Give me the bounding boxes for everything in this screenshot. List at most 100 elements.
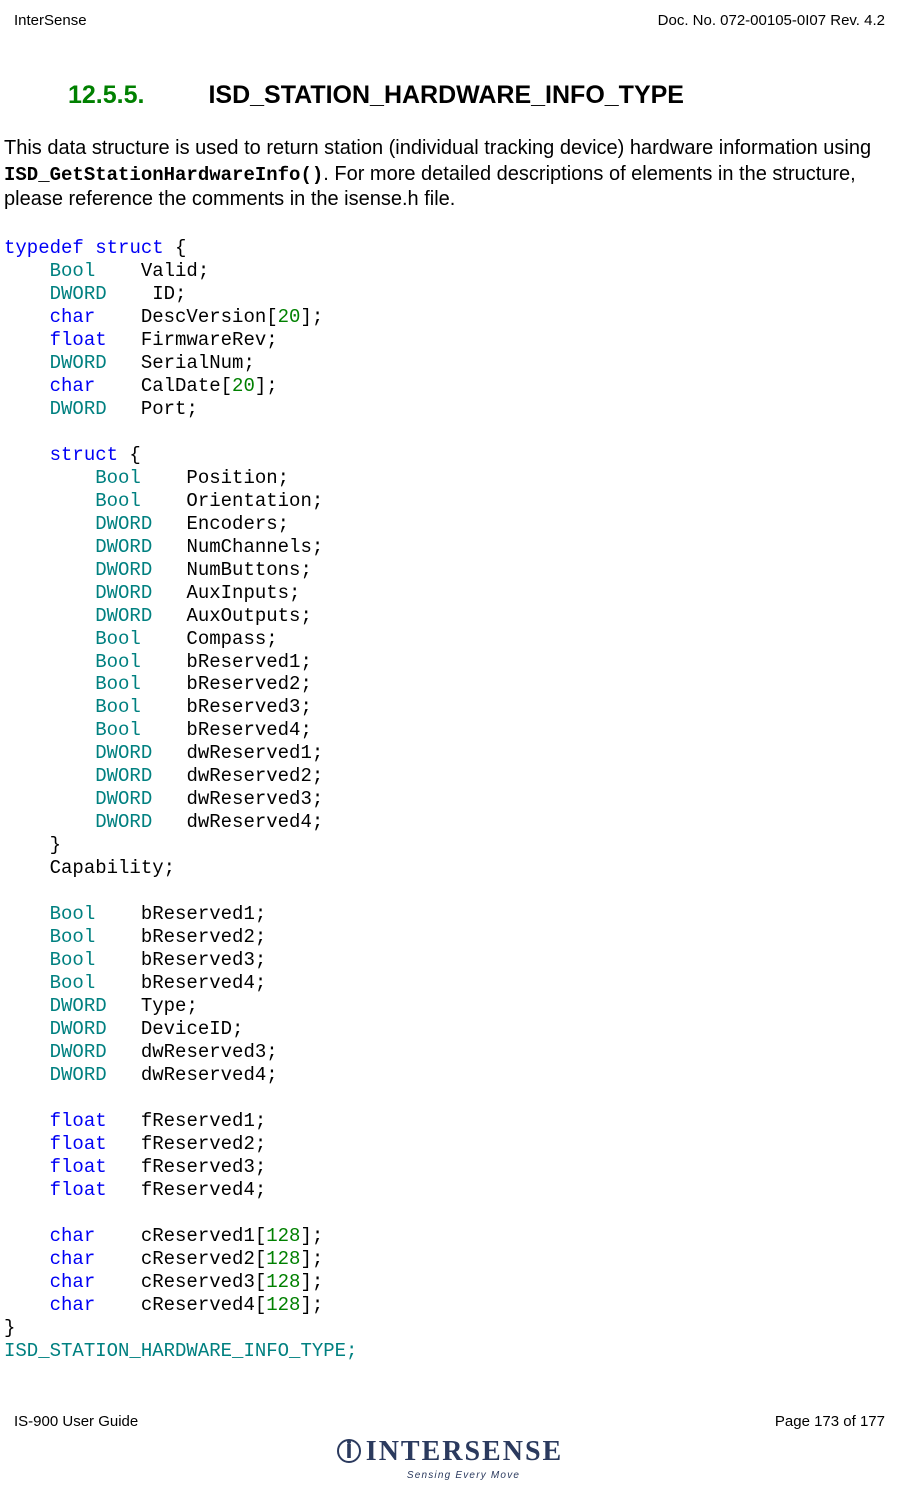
member: DeviceID; bbox=[107, 1018, 244, 1040]
type: Bool bbox=[50, 972, 96, 994]
type: Bool bbox=[95, 719, 141, 741]
logo-icon bbox=[336, 1438, 362, 1472]
type: DWORD bbox=[50, 352, 107, 374]
member: AuxInputs; bbox=[152, 582, 300, 604]
type: DWORD bbox=[50, 1041, 107, 1063]
member: dwReserved3; bbox=[152, 788, 323, 810]
member: bReserved1; bbox=[141, 651, 312, 673]
num: 128 bbox=[266, 1294, 300, 1316]
num: 128 bbox=[266, 1225, 300, 1247]
num: 128 bbox=[266, 1248, 300, 1270]
brace: } bbox=[4, 834, 61, 856]
member: bReserved2; bbox=[95, 926, 266, 948]
type: float bbox=[50, 1156, 107, 1178]
type: DWORD bbox=[95, 513, 152, 535]
type: Bool bbox=[50, 260, 96, 282]
type: Bool bbox=[95, 490, 141, 512]
brace: { bbox=[164, 237, 187, 259]
member: ID; bbox=[107, 283, 187, 305]
code-block: typedef struct { Bool Valid; DWORD ID; c… bbox=[0, 237, 899, 1363]
member: ]; bbox=[300, 1248, 323, 1270]
type: Bool bbox=[95, 651, 141, 673]
member: NumButtons; bbox=[152, 559, 312, 581]
member: SerialNum; bbox=[107, 352, 255, 374]
type: char bbox=[50, 1271, 96, 1293]
type: Bool bbox=[95, 467, 141, 489]
logo-text: INTERSENSE bbox=[366, 1436, 563, 1467]
type: char bbox=[50, 1248, 96, 1270]
member: Encoders; bbox=[152, 513, 289, 535]
type: char bbox=[50, 1294, 96, 1316]
type: DWORD bbox=[95, 605, 152, 627]
type: DWORD bbox=[95, 536, 152, 558]
member: cReserved3[ bbox=[95, 1271, 266, 1293]
member: bReserved2; bbox=[141, 673, 312, 695]
type: Bool bbox=[50, 949, 96, 971]
intro-text-1: This data structure is used to return st… bbox=[4, 137, 871, 159]
type: DWORD bbox=[95, 788, 152, 810]
type: char bbox=[50, 306, 96, 328]
member: ]; bbox=[255, 375, 278, 397]
member: Capability; bbox=[4, 857, 175, 879]
num: 20 bbox=[232, 375, 255, 397]
type: DWORD bbox=[95, 742, 152, 764]
logo: INTERSENSE Sensing Every Move bbox=[0, 1436, 899, 1481]
member: dwReserved1; bbox=[152, 742, 323, 764]
typedef-name: ISD_STATION_HARDWARE_INFO_TYPE; bbox=[4, 1340, 357, 1362]
type: DWORD bbox=[50, 283, 107, 305]
type: char bbox=[50, 375, 96, 397]
type: Bool bbox=[50, 903, 96, 925]
heading-number: 12.5.5. bbox=[68, 81, 144, 110]
type: float bbox=[50, 1133, 107, 1155]
num: 128 bbox=[266, 1271, 300, 1293]
type: DWORD bbox=[95, 559, 152, 581]
page-header: InterSense Doc. No. 072-00105-0I07 Rev. … bbox=[0, 12, 899, 29]
member: AuxOutputs; bbox=[152, 605, 312, 627]
member: NumChannels; bbox=[152, 536, 323, 558]
member: bReserved4; bbox=[95, 972, 266, 994]
member: Valid; bbox=[95, 260, 209, 282]
member: bReserved4; bbox=[141, 719, 312, 741]
type: float bbox=[50, 1110, 107, 1132]
type: Bool bbox=[95, 696, 141, 718]
num: 20 bbox=[278, 306, 301, 328]
member: dwReserved3; bbox=[107, 1041, 278, 1063]
member: fReserved1; bbox=[107, 1110, 267, 1132]
kw-struct: struct bbox=[95, 237, 163, 259]
type: DWORD bbox=[95, 811, 152, 833]
member: Port; bbox=[107, 398, 198, 420]
member: bReserved3; bbox=[95, 949, 266, 971]
type: Bool bbox=[50, 926, 96, 948]
header-left: InterSense bbox=[14, 12, 87, 29]
member: dwReserved2; bbox=[152, 765, 323, 787]
member: Type; bbox=[107, 995, 198, 1017]
member: bReserved3; bbox=[141, 696, 312, 718]
logo-tagline: Sensing Every Move bbox=[0, 1470, 899, 1481]
type: DWORD bbox=[50, 1018, 107, 1040]
member: ]; bbox=[300, 1271, 323, 1293]
type: DWORD bbox=[95, 582, 152, 604]
member: bReserved1; bbox=[95, 903, 266, 925]
header-right: Doc. No. 072-00105-0I07 Rev. 4.2 bbox=[658, 12, 885, 29]
member: cReserved2[ bbox=[95, 1248, 266, 1270]
member: Position; bbox=[141, 467, 289, 489]
intro-paragraph: This data structure is used to return st… bbox=[0, 136, 899, 213]
type: float bbox=[50, 329, 107, 351]
heading-title: ISD_STATION_HARDWARE_INFO_TYPE bbox=[208, 81, 684, 109]
member: Compass; bbox=[141, 628, 278, 650]
member: ]; bbox=[300, 1294, 323, 1316]
type: DWORD bbox=[50, 995, 107, 1017]
member: Orientation; bbox=[141, 490, 323, 512]
type: char bbox=[50, 1225, 96, 1247]
member: cReserved4[ bbox=[95, 1294, 266, 1316]
kw-struct: struct bbox=[50, 444, 118, 466]
member: fReserved4; bbox=[107, 1179, 267, 1201]
page-footer: IS-900 User Guide Page 173 of 177 INTERS… bbox=[0, 1413, 899, 1481]
member: ]; bbox=[300, 306, 323, 328]
member: fReserved3; bbox=[107, 1156, 267, 1178]
type: DWORD bbox=[50, 398, 107, 420]
brace: } bbox=[4, 1317, 15, 1339]
footer-right: Page 173 of 177 bbox=[775, 1413, 885, 1430]
intro-function-name: ISD_GetStationHardwareInfo() bbox=[4, 164, 323, 186]
member: FirmwareRev; bbox=[107, 329, 278, 351]
